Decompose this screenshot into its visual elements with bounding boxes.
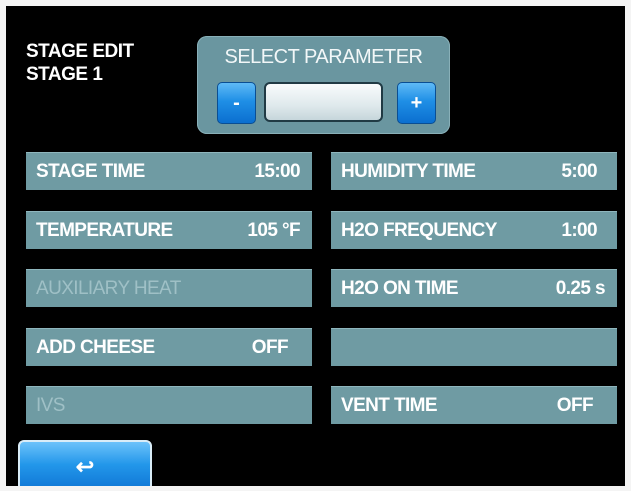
- page-title: STAGE EDIT STAGE 1: [26, 40, 134, 86]
- h2o-on-time-label: H2O ON TIME: [341, 278, 459, 299]
- select-parameter-panel: SELECT PARAMETER - +: [197, 36, 450, 134]
- title-line-stage-edit: STAGE EDIT: [26, 41, 134, 62]
- title-line-stage-number: STAGE 1: [26, 64, 103, 85]
- empty-parameter-button[interactable]: [331, 328, 617, 366]
- auxiliary-heat-button[interactable]: AUXILIARY HEAT: [26, 269, 312, 307]
- h2o-on-time-button[interactable]: H2O ON TIME 0.25 s: [331, 269, 617, 307]
- vent-time-value: OFF: [556, 395, 594, 416]
- return-arrow-icon: ↩: [75, 454, 95, 479]
- h2o-frequency-value: 1:00: [561, 220, 597, 241]
- hmi-screen: STAGE EDIT STAGE 1 SELECT PARAMETER - + …: [6, 6, 625, 486]
- select-parameter-label: SELECT PARAMETER: [224, 46, 423, 68]
- add-cheese-value: OFF: [251, 337, 289, 358]
- humidity-time-label: HUMIDITY TIME: [341, 161, 476, 182]
- stage-time-label: STAGE TIME: [36, 161, 145, 182]
- humidity-time-value: 5:00: [561, 161, 597, 182]
- vent-time-label: VENT TIME: [341, 395, 438, 416]
- increment-button[interactable]: +: [397, 82, 436, 124]
- humidity-time-button[interactable]: HUMIDITY TIME 5:00: [331, 152, 617, 190]
- decrement-button[interactable]: -: [217, 82, 256, 124]
- temperature-button[interactable]: TEMPERATURE 105 °F: [26, 211, 312, 249]
- add-cheese-label: ADD CHEESE: [36, 337, 155, 358]
- stage-time-value: 15:00: [254, 161, 300, 182]
- h2o-frequency-label: H2O FREQUENCY: [341, 220, 497, 241]
- ivs-label: IVS: [36, 395, 65, 416]
- parameter-value-field[interactable]: [264, 82, 383, 122]
- vent-time-button[interactable]: VENT TIME OFF: [331, 386, 617, 424]
- temperature-value: 105 °F: [247, 220, 300, 241]
- h2o-on-time-value: 0.25 s: [555, 278, 606, 299]
- ivs-button[interactable]: IVS: [26, 386, 312, 424]
- h2o-frequency-button[interactable]: H2O FREQUENCY 1:00: [331, 211, 617, 249]
- back-button[interactable]: ↩: [18, 440, 152, 486]
- stage-time-button[interactable]: STAGE TIME 15:00: [26, 152, 312, 190]
- add-cheese-button[interactable]: ADD CHEESE OFF: [26, 328, 312, 366]
- auxiliary-heat-label: AUXILIARY HEAT: [36, 278, 181, 299]
- temperature-label: TEMPERATURE: [36, 220, 173, 241]
